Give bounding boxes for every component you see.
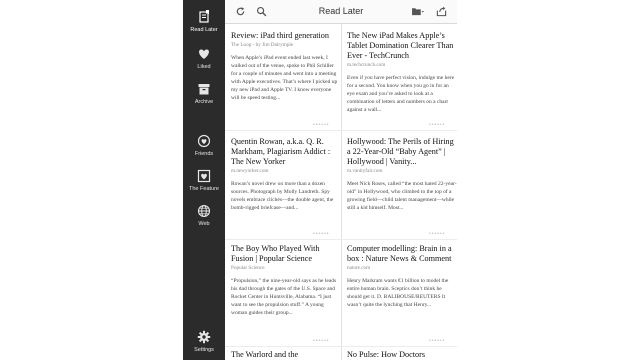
- column-divider: [341, 24, 342, 360]
- sidebar: Read Later Liked Archive Friends The Fea…: [183, 0, 225, 360]
- article-excerpt: “Propulsion,” the nine-year-old says as …: [231, 278, 337, 316]
- main-content: Read Later Review: iPad third generation…: [225, 0, 457, 360]
- article-excerpt: Henry Markram wants €1 billion to model …: [347, 278, 449, 308]
- article-card[interactable]: Computer modelling: Brain in a box : Nat…: [347, 244, 457, 342]
- article-card[interactable]: Hollywood: The Perils of Hiring a 22-Yea…: [347, 137, 457, 233]
- friends-icon: [197, 134, 211, 148]
- folder-icon[interactable]: [411, 6, 425, 17]
- article-card[interactable]: Quentin Rowan, a.k.a. Q. R. Markham, Pla…: [231, 137, 341, 233]
- sidebar-item-read-later[interactable]: Read Later: [183, 8, 225, 42]
- letterbox-left: [0, 0, 183, 360]
- sidebar-item-label: Read Later: [190, 27, 218, 33]
- sidebar-item-label: The Feature: [189, 186, 219, 192]
- article-title: The Warlord and the: [231, 350, 299, 359]
- sidebar-item-label: Web: [198, 221, 210, 227]
- sidebar-item-label: Liked: [197, 64, 211, 70]
- article-source: m.techcrunch.com: [347, 62, 386, 68]
- article-excerpt: Even if you have perfect vision, indulge…: [347, 75, 455, 113]
- article-card[interactable]: The Boy Who Played With Fusion | Popular…: [231, 244, 341, 342]
- globe-icon: [197, 204, 211, 218]
- gear-icon: [197, 330, 211, 344]
- article-card[interactable]: The New iPad Makes Apple’s Tablet Domina…: [347, 31, 457, 127]
- sidebar-item-web[interactable]: Web: [183, 202, 225, 236]
- more-dots: ••••••: [429, 122, 446, 128]
- top-bar: Read Later: [225, 0, 457, 24]
- article-excerpt: Rowan’s novel drew on more than a dozen …: [231, 181, 334, 211]
- archive-icon: [198, 84, 210, 95]
- more-dots: ••••••: [429, 338, 446, 344]
- article-source: The Loop - by Jim Dalrymple: [231, 42, 294, 48]
- letterbox-right: [457, 0, 640, 360]
- more-dots: ••••••: [313, 231, 330, 237]
- article-title: Hollywood: The Perils of Hiring a 22-Yea…: [347, 137, 454, 166]
- sidebar-item-archive[interactable]: Archive: [183, 80, 225, 114]
- row-divider: [225, 130, 457, 131]
- row-divider: [225, 346, 457, 347]
- more-dots: ••••••: [313, 122, 330, 128]
- article-excerpt: Meet Nick Roses, called “the most hated …: [347, 181, 457, 211]
- sidebar-item-liked[interactable]: Liked: [183, 45, 225, 79]
- article-title: Review: iPad third generation: [231, 31, 329, 40]
- sidebar-item-label: Friends: [194, 151, 214, 157]
- article-card[interactable]: The Warlord and the: [231, 350, 341, 360]
- article-title: Quentin Rowan, a.k.a. Q. R. Markham, Pla…: [231, 137, 331, 166]
- article-excerpt: When Apple’s iPad event ended last week,…: [231, 55, 338, 101]
- article-title: No Pulse: How Doctors: [347, 350, 426, 359]
- share-icon[interactable]: [436, 6, 447, 17]
- article-title: The Boy Who Played With Fusion | Popular…: [231, 244, 320, 263]
- heart-icon: [199, 49, 209, 59]
- article-source: m.vanityfair.com: [347, 168, 383, 174]
- sidebar-item-friends[interactable]: Friends: [183, 132, 225, 166]
- sidebar-item-settings[interactable]: Settings: [183, 328, 225, 360]
- read-later-icon: [199, 10, 209, 23]
- sidebar-item-the-feature[interactable]: The Feature: [183, 167, 225, 201]
- article-source: nature.com: [347, 265, 371, 271]
- more-dots: ••••••: [313, 338, 330, 344]
- article-card[interactable]: Review: iPad third generation The Loop -…: [231, 31, 341, 127]
- more-dots: ••••••: [429, 231, 446, 237]
- sidebar-item-label: Settings: [194, 347, 214, 353]
- article-card[interactable]: No Pulse: How Doctors: [347, 350, 457, 360]
- row-divider: [225, 239, 457, 240]
- article-source: m.newyorker.com: [231, 168, 269, 174]
- sidebar-item-label: Archive: [194, 99, 214, 105]
- article-title: The New iPad Makes Apple’s Tablet Domina…: [347, 31, 454, 60]
- feature-icon: [197, 169, 211, 183]
- article-source: Popular Science: [231, 265, 265, 271]
- article-title: Computer modelling: Brain in a box : Nat…: [347, 244, 452, 263]
